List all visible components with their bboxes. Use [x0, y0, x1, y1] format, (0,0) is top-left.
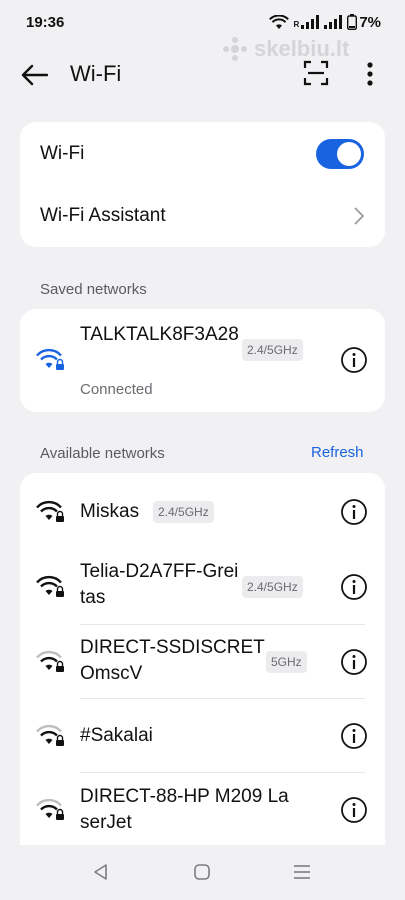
wifi-signal-secured-icon — [36, 575, 64, 597]
wifi-signal-secured-icon — [36, 798, 64, 820]
network-status: Connected — [80, 381, 153, 398]
qr-scan-button[interactable] — [303, 60, 331, 88]
network-info-button[interactable] — [340, 648, 368, 676]
nav-recents-button[interactable] — [293, 863, 313, 883]
network-item-miskas[interactable]: Miskas 2.4/5GHz — [20, 473, 385, 549]
network-info-button[interactable] — [340, 498, 368, 526]
info-icon — [341, 723, 367, 749]
network-item-telia[interactable]: Telia-D2A7FF-Greitas 2.4/5GHz — [20, 549, 385, 625]
battery-icon — [347, 14, 358, 30]
nav-back-icon — [94, 864, 107, 880]
network-name: DIRECT-SSDISCRETOmscV — [80, 637, 265, 684]
available-networks-heading: Available networks — [40, 445, 165, 462]
wifi-settings-card: Wi-Fi Wi-Fi Assistant — [20, 122, 385, 247]
info-icon — [341, 574, 367, 600]
network-item-sakalai[interactable]: #Sakalai — [20, 699, 385, 773]
wifi-toggle[interactable] — [316, 139, 364, 169]
band-badge: 2.4/5GHz — [242, 339, 303, 361]
wifi-settings-screen: 19:36 R 7% skelbiu.lt Wi-Fi Wi-Fi Wi-Fi … — [0, 0, 405, 900]
nav-menu-icon — [294, 865, 310, 879]
network-name: TALKTALK8F3A28 — [80, 324, 239, 345]
info-icon — [341, 797, 367, 823]
wifi-label: Wi-Fi — [40, 143, 85, 164]
wifi-signal-secured-icon — [36, 500, 64, 522]
band-badge: 2.4/5GHz — [153, 501, 214, 523]
network-info-button[interactable] — [340, 573, 368, 601]
network-item-direct-ssdiscre[interactable]: DIRECT-SSDISCRETOmscV 5GHz — [20, 625, 385, 699]
wifi-signal-secured-icon — [36, 650, 64, 672]
status-icons: R 7% — [268, 14, 381, 31]
network-item-talktalk[interactable]: TALKTALK8F3A28 Connected 2.4/5GHz — [20, 309, 385, 412]
wifi-signal-secured-icon — [36, 724, 64, 746]
page-title: Wi-Fi — [70, 61, 122, 86]
toggle-knob — [337, 142, 361, 166]
system-nav-bar — [0, 845, 405, 900]
wifi-assistant-row[interactable]: Wi-Fi Assistant — [20, 186, 385, 247]
nav-home-icon — [194, 864, 210, 880]
network-item-direct-88-hp[interactable]: DIRECT-88-HP M209 LaserJet — [20, 773, 385, 853]
band-badge: 5GHz — [266, 651, 307, 673]
band-badge: 2.4/5GHz — [242, 576, 303, 598]
wifi-status-icon — [268, 14, 289, 29]
wifi-signal-secured-icon — [36, 348, 64, 370]
more-vertical-icon — [367, 62, 373, 86]
network-name: #Sakalai — [80, 725, 153, 746]
more-options-button[interactable] — [360, 60, 380, 90]
available-networks-card: Miskas 2.4/5GHz Telia-D2A7FF-Greitas 2.4… — [20, 473, 385, 853]
qr-scan-icon — [303, 60, 329, 86]
roaming-marker: R — [293, 19, 300, 29]
info-icon — [341, 347, 367, 373]
info-icon — [341, 649, 367, 675]
nav-back-button[interactable] — [92, 863, 112, 883]
network-info-button[interactable] — [340, 796, 368, 824]
network-name: Miskas — [80, 501, 140, 522]
app-header: Wi-Fi — [0, 50, 405, 100]
battery-percent: 7% — [359, 13, 381, 31]
back-arrow-icon — [21, 64, 48, 86]
info-icon — [341, 499, 367, 525]
refresh-button[interactable]: Refresh — [311, 444, 364, 461]
network-info-button[interactable] — [340, 346, 368, 374]
wifi-assistant-label: Wi-Fi Assistant — [40, 205, 166, 226]
network-info-button[interactable] — [340, 722, 368, 750]
cell-signal-icon — [301, 15, 320, 29]
back-button[interactable] — [20, 60, 52, 90]
cell-signal-2-icon — [324, 15, 343, 29]
wifi-toggle-row[interactable]: Wi-Fi — [20, 122, 385, 186]
saved-networks-heading: Saved networks — [40, 281, 147, 298]
nav-home-button[interactable] — [193, 863, 213, 883]
battery-indicator: 7% — [347, 14, 381, 31]
saved-networks-card: TALKTALK8F3A28 Connected 2.4/5GHz — [20, 309, 385, 412]
network-name: Telia-D2A7FF-Greitas — [80, 561, 239, 608]
status-time: 19:36 — [26, 13, 65, 31]
network-name: DIRECT-88-HP M209 LaserJet — [80, 786, 289, 833]
chevron-right-icon — [354, 207, 365, 225]
